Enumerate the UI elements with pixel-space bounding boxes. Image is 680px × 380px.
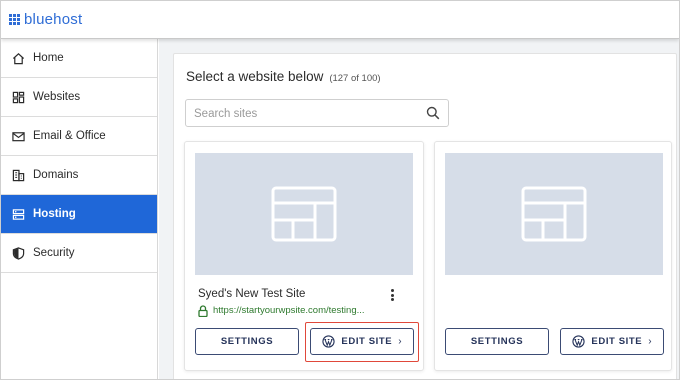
sidebar-item-websites[interactable]: Websites (1, 78, 157, 117)
website-select-panel: Select a website below (127 of 100) Syed… (173, 53, 677, 379)
sidebar-item-label: Email & Office (33, 130, 106, 142)
layout-placeholder-icon (271, 186, 337, 242)
website-card: SETTINGS EDIT SITE › (434, 141, 672, 371)
lock-icon (198, 304, 208, 318)
main-area: Select a website below (127 of 100) Syed… (159, 39, 679, 379)
sidebar-item-label: Domains (33, 169, 79, 181)
more-options-icon[interactable] (388, 287, 396, 303)
sidebar-item-hosting[interactable]: Hosting (1, 195, 157, 234)
logo-grid-icon (9, 14, 20, 25)
app-frame: bluehost Home Websites Email & Office Do… (0, 0, 680, 380)
search-icon[interactable] (426, 106, 440, 120)
edit-site-button[interactable]: EDIT SITE › (560, 328, 664, 355)
search-box (185, 99, 449, 127)
domains-icon (11, 168, 25, 182)
site-name: Syed's New Test Site (198, 288, 306, 300)
shield-icon (11, 246, 25, 260)
chevron-right-icon: › (648, 336, 652, 347)
sidebar-item-label: Security (33, 247, 75, 259)
sidebar-item-email-office[interactable]: Email & Office (1, 117, 157, 156)
page-title: Select a website below (186, 69, 324, 84)
wordpress-icon (572, 335, 586, 348)
websites-icon (11, 90, 25, 104)
sidebar-item-label: Home (33, 52, 64, 64)
site-thumbnail[interactable] (445, 153, 663, 275)
sidebar-item-home[interactable]: Home (1, 39, 157, 78)
layout-placeholder-icon (521, 186, 587, 242)
sidebar-item-domains[interactable]: Domains (1, 156, 157, 195)
sidebar: Home Websites Email & Office Domains Hos… (1, 39, 158, 379)
settings-button-label: SETTINGS (470, 336, 524, 347)
site-count: (127 of 100) (329, 73, 381, 84)
settings-button[interactable]: SETTINGS (445, 328, 549, 355)
highlight-annotation (305, 322, 419, 362)
settings-button[interactable]: SETTINGS (195, 328, 299, 355)
sidebar-item-label: Websites (33, 91, 81, 103)
home-icon (11, 51, 25, 65)
site-url-link[interactable]: https://startyourwpsite.com/testing... (213, 305, 365, 316)
search-input[interactable] (194, 105, 414, 122)
sidebar-item-label: Hosting (33, 208, 76, 220)
bluehost-logo[interactable]: bluehost (9, 11, 82, 28)
edit-site-button-label: EDIT SITE (591, 336, 643, 347)
server-icon (11, 207, 25, 221)
panel-heading: Select a website below (127 of 100) (186, 69, 381, 84)
top-bar: bluehost (1, 1, 679, 39)
site-url-row: https://startyourwpsite.com/testing... (198, 304, 365, 318)
settings-button-label: SETTINGS (220, 336, 274, 347)
logo-text: bluehost (24, 11, 83, 28)
website-card: Syed's New Test Site https://startyourwp… (184, 141, 424, 371)
mail-icon (11, 129, 25, 143)
site-thumbnail[interactable] (195, 153, 413, 275)
sidebar-item-security[interactable]: Security (1, 234, 157, 273)
